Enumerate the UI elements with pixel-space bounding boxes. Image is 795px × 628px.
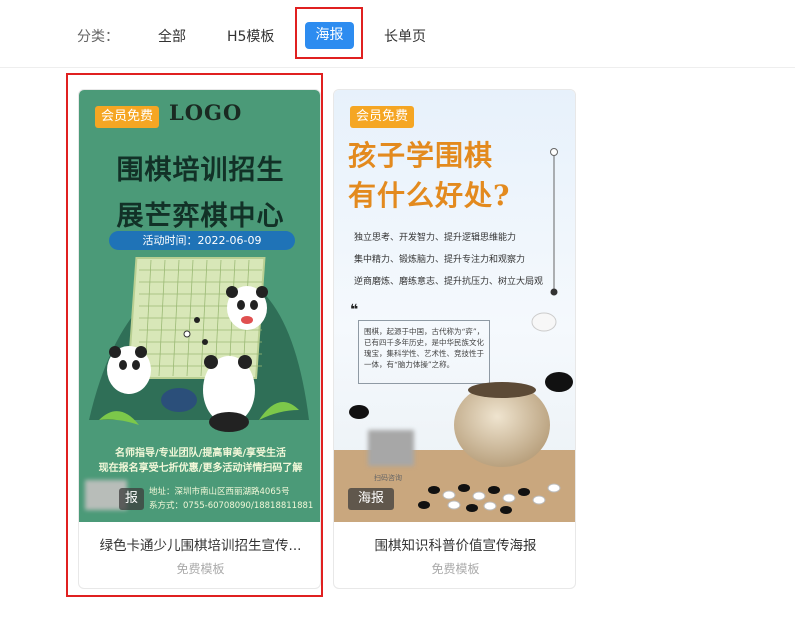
member-free-badge: 会员免费 <box>95 106 160 128</box>
poster-title: 孩子学围棋 <box>348 139 494 172</box>
template-card[interactable]: 孩子学围棋 有什么好处? 独立思考、开发智力、提升逻辑思维能力 集中精力、锻炼脑… <box>333 89 576 589</box>
poster-benefit-line: 集中精力、锻炼脑力、提升专注力和观察力 <box>354 255 526 265</box>
template-thumbnail[interactable]: 孩子学围棋 有什么好处? 独立思考、开发智力、提升逻辑思维能力 集中精力、锻炼脑… <box>334 90 575 522</box>
decorative-slider-line <box>550 148 558 296</box>
poster-title: 围棋培训招生 <box>116 155 285 186</box>
tab-h5-template[interactable]: H5模板 <box>227 26 274 46</box>
tab-all[interactable]: 全部 <box>158 26 186 46</box>
tab-poster[interactable]: 海报 <box>305 22 354 49</box>
card-subtitle: 免费模板 <box>176 562 225 576</box>
poster-benefit-line: 独立思考、开发智力、提升逻辑思维能力 <box>354 233 517 243</box>
poster-title: 有什么好处? <box>348 179 511 212</box>
card-subtitle: 免费模板 <box>431 562 480 576</box>
poster-description: 现在报名享受七折优惠/更多活动详情扫码了解 <box>98 463 303 474</box>
poster-benefit-line: 逆商磨炼、磨练意志、提升抗压力、树立大局观 <box>354 277 544 287</box>
filter-label: 分类： <box>77 29 119 45</box>
poster-date: 活动时间：2022-06-09 <box>109 231 295 250</box>
member-free-badge: 会员免费 <box>350 106 415 128</box>
blurred-qr-code <box>368 430 414 466</box>
poster-contact: 系方式：0755-60708090/18818811881 <box>149 501 314 511</box>
template-card[interactable]: LOGO 围棋培训招生 展芒弈棋中心 活动时间：2022-06-09 名师指导/… <box>78 89 321 589</box>
card-title[interactable]: 围棋知识科普价值宣传海报 <box>334 534 575 554</box>
poster-address: 地址：深圳市南山区西丽湖路4065号 <box>149 487 290 497</box>
poster-title: 展芒弈棋中心 <box>116 201 285 232</box>
category-filter-bar: 分类： 全部 H5模板 海报 长单页 <box>0 0 795 68</box>
poster-logo: LOGO <box>169 100 243 125</box>
type-tag: 海报 <box>348 488 395 510</box>
template-thumbnail[interactable]: LOGO 围棋培训招生 展芒弈棋中心 活动时间：2022-06-09 名师指导/… <box>79 90 320 522</box>
poster-description: 名师指导/专业团队/提高审美/享受生活 <box>115 448 286 459</box>
tab-long-page[interactable]: 长单页 <box>384 26 426 46</box>
card-title[interactable]: 绿色卡通少儿围棋培训招生宣传... <box>79 534 320 554</box>
go-panda-illustration <box>89 257 309 432</box>
type-tag: 报 <box>119 488 145 510</box>
scan-hint: 扫码咨询 <box>374 474 402 482</box>
